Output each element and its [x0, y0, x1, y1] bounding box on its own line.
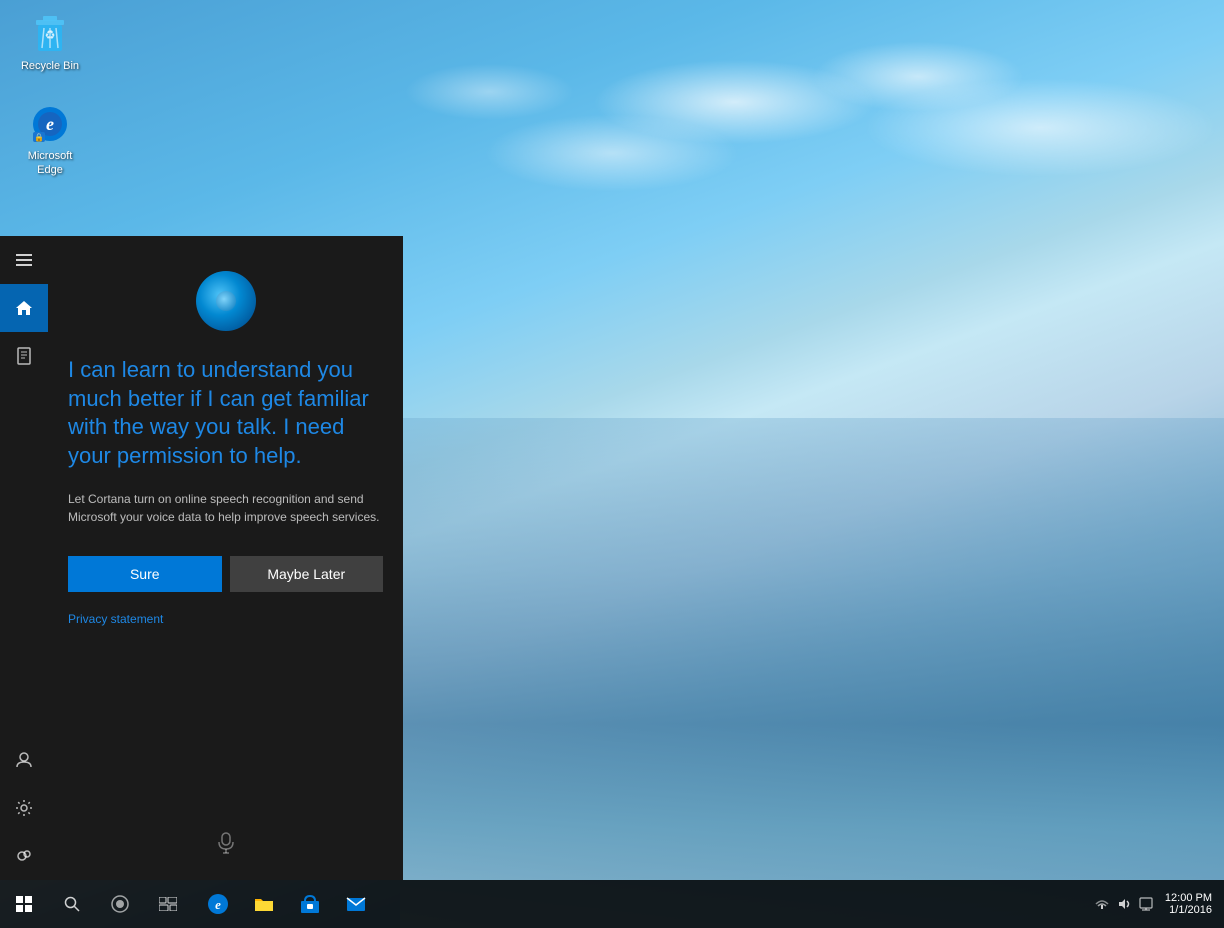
cortana-description: Let Cortana turn on online speech recogn… [68, 490, 383, 526]
sure-button[interactable]: Sure [68, 556, 222, 592]
task-view-icon [159, 897, 177, 911]
sidebar-person[interactable] [0, 736, 48, 784]
sidebar-bottom-icons [0, 736, 48, 880]
recycle-bin-label: Recycle Bin [18, 58, 82, 74]
sidebar-feedback[interactable] [0, 832, 48, 880]
search-icon [64, 896, 80, 912]
svg-text:e: e [46, 114, 54, 134]
cortana-action-buttons: Sure Maybe Later [68, 556, 383, 592]
sidebar-notebook[interactable] [0, 332, 48, 380]
cortana-circle [196, 271, 256, 331]
cortana-logo [191, 266, 261, 336]
feedback-icon [15, 847, 33, 865]
start-button[interactable] [0, 880, 48, 928]
maybe-later-button[interactable]: Maybe Later [230, 556, 384, 592]
privacy-statement-link[interactable]: Privacy statement [68, 612, 163, 626]
settings-icon [15, 799, 33, 817]
volume-icon [1117, 897, 1131, 911]
clock-time: 12:00 PM [1165, 892, 1212, 904]
network-icon [1095, 897, 1109, 911]
notebook-icon [15, 347, 33, 365]
cortana-mic-icon[interactable] [218, 832, 234, 860]
home-icon [15, 299, 33, 317]
cortana-title: I can learn to understand you much bette… [68, 356, 383, 470]
taskbar-search-button[interactable] [48, 880, 96, 928]
desktop: ♻ Recycle Bin e 🔒 Microsoft Edge [0, 0, 1224, 928]
taskbar-cortana-button[interactable] [96, 880, 144, 928]
clock-date: 1/1/2016 [1165, 904, 1212, 916]
sidebar-home[interactable] [0, 284, 48, 332]
taskbar-task-view-button[interactable] [144, 880, 192, 928]
edge-taskbar-icon: e [207, 893, 229, 915]
person-icon [15, 751, 33, 769]
system-tray: 12:00 PM 1/1/2016 [1095, 892, 1224, 916]
taskbar-edge-app[interactable]: e [196, 882, 240, 926]
cortana-taskbar-icon [111, 895, 129, 913]
svg-text:🔒: 🔒 [34, 133, 44, 142]
sidebar-settings[interactable] [0, 784, 48, 832]
cortana-panel: I can learn to understand you much bette… [48, 236, 403, 880]
sidebar-hamburger[interactable] [0, 236, 48, 284]
microsoft-edge-desktop-icon[interactable]: e 🔒 Microsoft Edge [10, 100, 90, 183]
hamburger-icon [16, 254, 32, 266]
windows-logo-icon [16, 896, 32, 912]
mail-taskbar-icon [345, 893, 367, 915]
svg-text:e: e [215, 897, 221, 912]
svg-text:♻: ♻ [45, 28, 56, 42]
tray-icons-area [1095, 897, 1153, 911]
system-clock[interactable]: 12:00 PM 1/1/2016 [1165, 892, 1212, 916]
taskbar-pinned-apps: e [192, 882, 1095, 926]
taskbar-explorer-app[interactable] [242, 882, 286, 926]
taskbar-mail-app[interactable] [334, 882, 378, 926]
microphone-icon [218, 832, 234, 854]
recycle-bin-image: ♻ [30, 14, 70, 54]
explorer-taskbar-icon [253, 893, 275, 915]
edge-desktop-image: e 🔒 [30, 104, 70, 144]
taskbar-store-app[interactable] [288, 882, 332, 926]
action-center-icon [1139, 897, 1153, 911]
taskbar: e [0, 880, 1224, 928]
start-sidebar [0, 236, 48, 880]
recycle-bin-icon[interactable]: ♻ Recycle Bin [10, 10, 90, 78]
edge-desktop-label: Microsoft Edge [14, 148, 86, 179]
store-taskbar-icon [299, 893, 321, 915]
